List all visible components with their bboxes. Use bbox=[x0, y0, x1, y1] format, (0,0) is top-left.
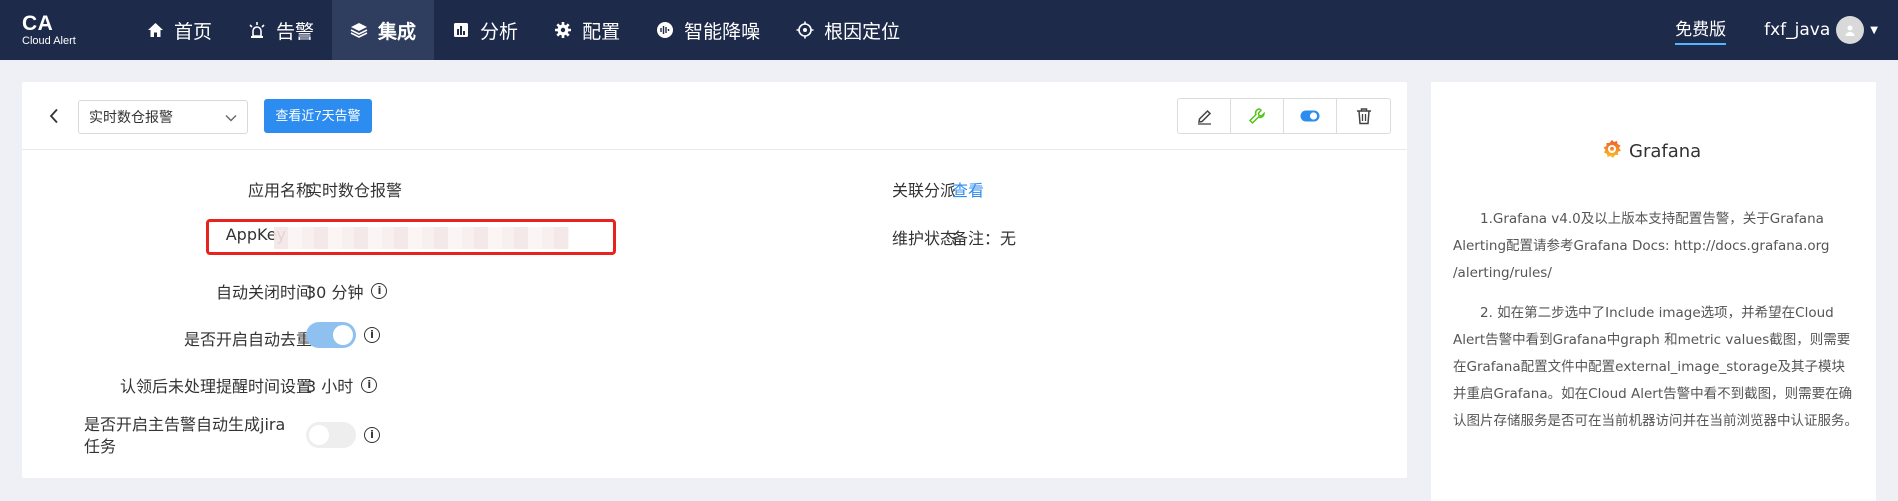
app-select[interactable]: 实时数仓报警 bbox=[78, 100, 248, 134]
dedupe-switch[interactable] bbox=[306, 322, 356, 348]
main-nav: 首页 告警 集成 分析 配置 智能降噪 根因定位 bbox=[128, 0, 918, 60]
reminder-duration: 3 小时 bbox=[306, 377, 354, 396]
chevron-down-icon bbox=[225, 101, 237, 135]
layers-icon bbox=[350, 21, 368, 39]
nav-label: 配置 bbox=[582, 20, 621, 43]
settings-wrench-button[interactable] bbox=[1231, 99, 1284, 133]
nav-label: 告警 bbox=[276, 20, 315, 43]
dedupe-label: 是否开启自动去重 bbox=[183, 330, 312, 349]
enable-toggle-button[interactable] bbox=[1284, 99, 1337, 133]
free-plan-link[interactable]: 免费版 bbox=[1675, 15, 1727, 45]
edit-icon bbox=[1197, 109, 1211, 125]
username: fxf_java bbox=[1764, 20, 1831, 40]
grafana-icon bbox=[1601, 138, 1623, 165]
chevron-left-icon bbox=[49, 108, 58, 124]
dispatch-view-link[interactable]: 查看 bbox=[952, 177, 984, 201]
app-name-value: 实时数仓报警 bbox=[306, 181, 403, 200]
user-icon bbox=[1845, 25, 1855, 36]
trash-icon bbox=[1356, 108, 1371, 125]
target-icon bbox=[796, 21, 814, 39]
auto-close-value: 30 分钟 i bbox=[306, 279, 388, 303]
brand-subtitle: Cloud Alert bbox=[22, 35, 76, 47]
user-menu[interactable]: fxf_java ▼ bbox=[1764, 16, 1878, 44]
detail-toolbar: 实时数仓报警 查看近7天告警 bbox=[22, 82, 1407, 150]
maintenance-value: 备注：无 bbox=[952, 229, 1017, 248]
grafana-logo: Grafana bbox=[1601, 138, 1701, 165]
auto-close-label: 自动关闭时间 bbox=[215, 283, 312, 302]
grafana-help-panel: Grafana 1.Grafana v4.0及以上版本支持配置告警，关于Graf… bbox=[1431, 82, 1876, 501]
appkey-masked-value bbox=[274, 227, 569, 249]
jira-control: i bbox=[306, 422, 380, 448]
integration-detail-card: 实时数仓报警 查看近7天告警 应用名称 实时数仓报警 AppKey 自动关闭时间 bbox=[22, 82, 1407, 478]
dispatch-label: 关联分派 bbox=[891, 181, 956, 200]
view-7day-alerts-button[interactable]: 查看近7天告警 bbox=[264, 99, 372, 133]
brand-logo[interactable]: CA Cloud Alert bbox=[22, 12, 76, 48]
maintenance-label: 维护状态 bbox=[891, 229, 956, 248]
jira-label-line1: 是否开启主告警自动生成jira bbox=[84, 415, 286, 434]
jira-switch[interactable] bbox=[306, 422, 356, 448]
reminder-value: 3 小时 i bbox=[306, 373, 378, 397]
app-select-value: 实时数仓报警 bbox=[89, 110, 173, 126]
brand-name: CA bbox=[22, 12, 54, 35]
caret-down-icon: ▼ bbox=[1870, 24, 1878, 36]
jira-label-line2: 任务 bbox=[84, 437, 117, 456]
nav-label: 集成 bbox=[378, 20, 417, 43]
wrench-icon bbox=[1248, 108, 1265, 125]
home-icon bbox=[146, 21, 164, 39]
grafana-note-1: 1.Grafana v4.0及以上版本支持配置告警，关于Grafana Aler… bbox=[1453, 211, 1830, 281]
info-icon[interactable]: i bbox=[364, 327, 380, 343]
info-icon[interactable]: i bbox=[364, 427, 380, 443]
nav-label: 根因定位 bbox=[824, 20, 901, 43]
jira-label: 是否开启主告警自动生成jira 任务 bbox=[84, 414, 314, 458]
nav-item-config[interactable]: 配置 bbox=[536, 0, 638, 60]
action-button-group bbox=[1177, 98, 1391, 134]
alarm-icon bbox=[248, 21, 266, 39]
auto-close-duration: 30 分钟 bbox=[306, 283, 364, 302]
info-icon[interactable]: i bbox=[361, 377, 378, 393]
avatar bbox=[1836, 16, 1865, 44]
nav-label: 分析 bbox=[480, 20, 519, 43]
nav-item-analysis[interactable]: 分析 bbox=[434, 0, 536, 60]
back-button[interactable] bbox=[44, 104, 64, 128]
app-name-label: 应用名称 bbox=[247, 181, 312, 200]
reminder-label: 认领后未处理提醒时间设置 bbox=[119, 377, 312, 396]
nav-item-noise-reduction[interactable]: 智能降噪 bbox=[638, 0, 778, 60]
delete-button[interactable] bbox=[1337, 99, 1390, 133]
grafana-title: Grafana bbox=[1629, 141, 1702, 162]
toggle-icon bbox=[1300, 110, 1320, 122]
nav-label: 智能降噪 bbox=[684, 20, 761, 43]
nav-item-root-cause[interactable]: 根因定位 bbox=[778, 0, 918, 60]
noise-icon bbox=[656, 21, 674, 39]
nav-item-home[interactable]: 首页 bbox=[128, 0, 230, 60]
nav-label: 首页 bbox=[174, 20, 213, 43]
nav-item-integration[interactable]: 集成 bbox=[332, 0, 435, 60]
info-icon[interactable]: i bbox=[371, 283, 388, 299]
edit-button[interactable] bbox=[1178, 99, 1231, 133]
gear-icon bbox=[554, 21, 572, 39]
nav-right: 免费版 fxf_java ▼ bbox=[1675, 0, 1878, 60]
nav-item-alarm[interactable]: 告警 bbox=[230, 0, 332, 60]
grafana-note-2: 2. 如在第二步选中了Include image选项，并希望在Cloud Ale… bbox=[1453, 305, 1858, 429]
top-navbar: CA Cloud Alert 首页 告警 集成 分析 配置 智能降噪 根因定位 … bbox=[0, 0, 1898, 60]
appkey-label: AppKey bbox=[225, 225, 286, 244]
dedupe-control: i bbox=[306, 322, 380, 348]
chart-icon bbox=[452, 21, 470, 39]
